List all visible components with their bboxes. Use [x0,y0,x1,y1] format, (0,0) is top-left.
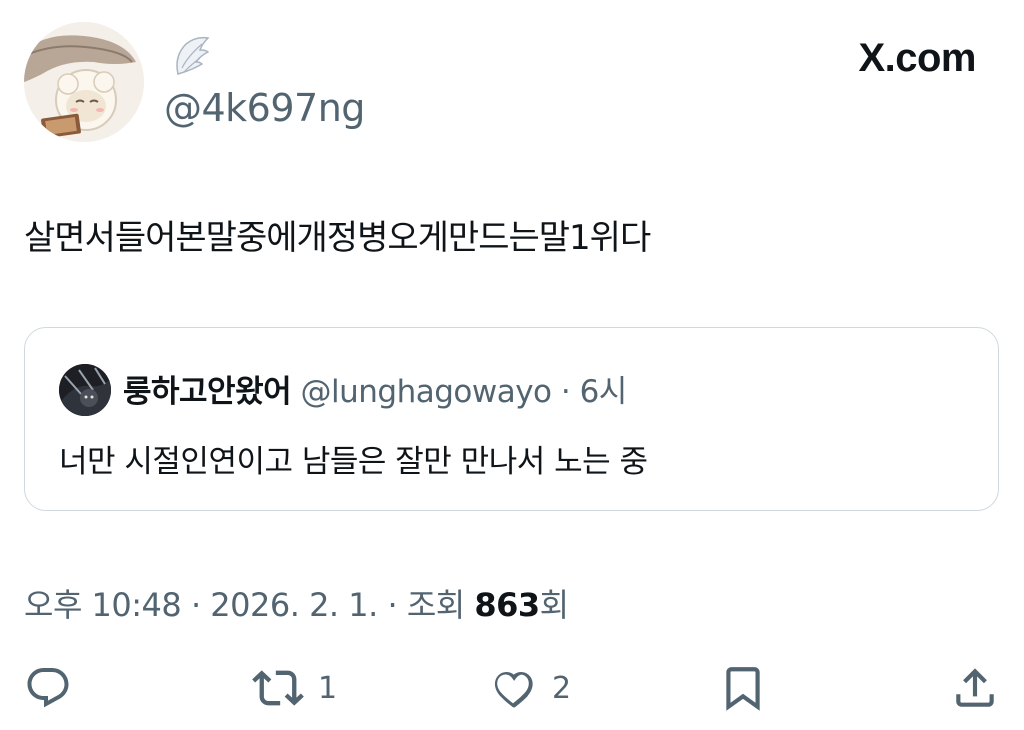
sheep-avatar-icon [24,22,144,142]
heart-icon [494,672,533,708]
angel-wing-icon [172,34,212,78]
quote-avatar[interactable] [59,364,111,416]
quote-author-name[interactable]: 룽하고안왔어 [123,374,292,410]
tweet-timestamp[interactable]: 오후 10:48 · 2026. 2. 1. · 조회 [24,586,474,624]
share-icon [956,668,994,707]
quote-text: 너만 시절인연이고 남들은 잘만 만나서 노는 중 [59,444,648,480]
like-button[interactable]: 2 [488,660,571,716]
tweet-text: 살면서들어본말중에개정병오게만드는말1위다 [24,218,651,258]
quote-card[interactable]: 룽하고안왔어 @lunghagowayo · 6시 너만 시절인연이고 남들은 … [24,327,999,511]
author-handle[interactable]: @4k697ng [164,86,365,130]
retweet-button[interactable]: 1 [252,660,337,716]
tweet-meta: 오후 10:48 · 2026. 2. 1. · 조회 863회 [24,580,569,626]
like-count: 2 [552,670,572,706]
dark-profile-avatar-icon [59,364,111,416]
views-count: 863 [474,586,540,624]
reply-button[interactable] [24,660,72,716]
action-bar: 1 2 [0,660,1024,716]
reply-icon [27,668,69,708]
quote-header: 룽하고안왔어 @lunghagowayo · 6시 [123,366,627,411]
retweet-icon [252,670,304,706]
share-button[interactable] [950,660,1000,716]
author-avatar[interactable] [24,22,144,142]
brand-label: X.com [858,36,976,80]
bookmark-icon [726,667,760,711]
bookmark-button[interactable] [718,660,768,716]
quote-author-meta[interactable]: @lunghagowayo · 6시 [300,374,627,410]
views-suffix: 회 [539,586,569,624]
retweet-count: 1 [318,670,338,706]
